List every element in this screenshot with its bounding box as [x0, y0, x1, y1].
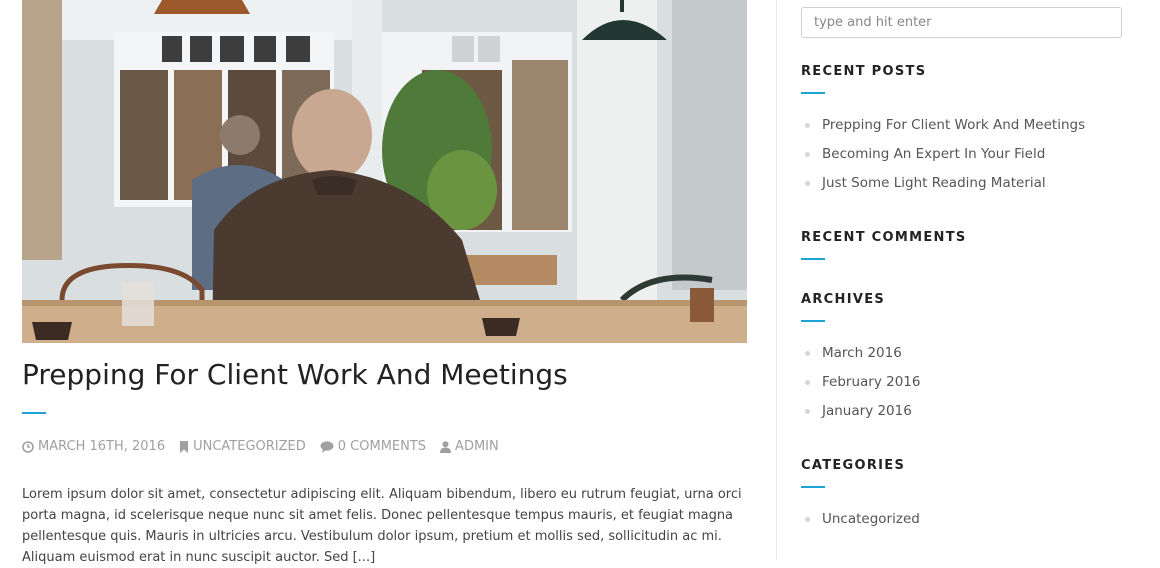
post-author-text: ADMIN [455, 439, 499, 454]
archive-item[interactable]: February 2016 [805, 368, 920, 397]
bullet-icon [805, 517, 810, 522]
bullet-icon [805, 152, 810, 157]
recent-post-link[interactable]: Just Some Light Reading Material [822, 169, 1046, 198]
widget-title-categories: CATEGORIES [801, 458, 906, 473]
archive-link[interactable]: January 2016 [822, 397, 912, 426]
category-item[interactable]: Uncategorized [805, 505, 920, 534]
widget-title-archives: ARCHIVES [801, 292, 886, 307]
archive-link[interactable]: February 2016 [822, 368, 920, 397]
widget-title-recent-posts: RECENT POSTS [801, 64, 927, 79]
cafe-photo [22, 0, 747, 343]
post-date[interactable]: MARCH 16TH, 2016 [22, 439, 165, 454]
post-comments-text: 0 COMMENTS [337, 439, 427, 454]
archive-link[interactable]: March 2016 [822, 339, 902, 368]
title-accent-line [22, 412, 46, 414]
widget-accent-line [801, 486, 825, 488]
recent-post-item[interactable]: Prepping For Client Work And Meetings [805, 111, 1085, 140]
bullet-icon [805, 123, 810, 128]
recent-post-link[interactable]: Becoming An Expert In Your Field [822, 140, 1045, 169]
post-date-text: MARCH 16TH, 2016 [38, 439, 166, 454]
post-author[interactable]: ADMIN [440, 439, 499, 454]
post-title[interactable]: Prepping For Client Work And Meetings [22, 358, 568, 391]
post-meta: MARCH 16TH, 2016 UNCATEGORIZED 0 COMMENT… [22, 439, 499, 454]
archives-list: March 2016 February 2016 January 2016 [805, 339, 920, 426]
post-category[interactable]: UNCATEGORIZED [179, 439, 306, 454]
sidebar-divider [776, 0, 777, 560]
post-comments[interactable]: 0 COMMENTS [320, 439, 426, 454]
bullet-icon [805, 380, 810, 385]
bullet-icon [805, 351, 810, 356]
bullet-icon [805, 181, 810, 186]
recent-post-item[interactable]: Just Some Light Reading Material [805, 169, 1085, 198]
widget-accent-line [801, 320, 825, 322]
recent-posts-list: Prepping For Client Work And Meetings Be… [805, 111, 1085, 198]
archive-item[interactable]: January 2016 [805, 397, 920, 426]
search-input[interactable] [801, 7, 1122, 38]
user-icon [440, 440, 452, 453]
bookmark-icon [179, 440, 189, 453]
widget-accent-line [801, 258, 825, 260]
post-excerpt: Lorem ipsum dolor sit amet, consectetur … [22, 487, 742, 565]
featured-image[interactable] [22, 0, 747, 343]
categories-list: Uncategorized [805, 505, 920, 534]
widget-accent-line [801, 92, 825, 94]
archive-item[interactable]: March 2016 [805, 339, 920, 368]
post-category-text: UNCATEGORIZED [193, 439, 306, 454]
widget-title-recent-comments: RECENT COMMENTS [801, 230, 967, 245]
bullet-icon [805, 409, 810, 414]
category-link[interactable]: Uncategorized [822, 505, 920, 534]
recent-post-link[interactable]: Prepping For Client Work And Meetings [822, 111, 1085, 140]
recent-post-item[interactable]: Becoming An Expert In Your Field [805, 140, 1085, 169]
clock-icon [22, 440, 34, 453]
comment-icon [320, 440, 334, 453]
